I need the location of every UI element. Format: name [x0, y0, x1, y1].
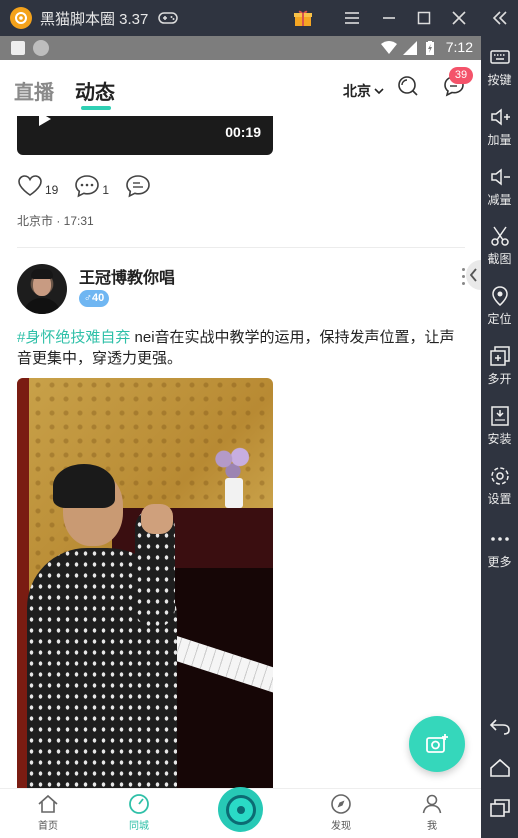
home-nav-icon[interactable]: [481, 758, 518, 778]
more-dots-icon: [490, 537, 509, 541]
gear-icon: [490, 467, 509, 485]
app-title: 黑猫脚本圈 3.37: [40, 10, 149, 28]
signal-icon: [403, 41, 417, 60]
scissors-icon: [490, 226, 509, 246]
sidebar-item-label: 更多: [487, 555, 512, 569]
bottom-nav: 首页 同城 发现 我: [0, 787, 481, 838]
comment-icon: [75, 175, 100, 198]
sidebar-item-label: 减量: [487, 193, 512, 207]
post-location-time: 北京市 · 17:31: [17, 214, 94, 228]
back-icon[interactable]: [481, 716, 518, 736]
search-icon[interactable]: [397, 75, 419, 102]
gamepad-icon[interactable]: [158, 8, 178, 28]
keyboard-icon: [489, 50, 510, 64]
notification-app-icon: [33, 40, 49, 56]
city-selector[interactable]: 北京: [343, 81, 384, 101]
post-text: #身怀绝技难自弃 nei音在实战中教学的运用，保持发声位置，让声音更集中，穿透力…: [17, 327, 465, 369]
discover-icon: [331, 794, 351, 814]
sidebar-item-label: 截图: [487, 252, 512, 266]
comment-count: 1: [102, 183, 110, 197]
close-icon[interactable]: [449, 8, 469, 28]
add-photo-icon: [426, 734, 448, 753]
sidebar-item-label: 加量: [487, 133, 512, 147]
sidebar-item-volume-down[interactable]: 减量: [481, 166, 518, 208]
recent-apps-icon[interactable]: [481, 798, 518, 818]
sidebar-item-label: 设置: [487, 492, 512, 506]
multi-open-icon: [489, 346, 510, 366]
minimize-icon[interactable]: [379, 8, 399, 28]
collapse-sidebar-icon[interactable]: [481, 0, 518, 36]
avatar[interactable]: [17, 264, 67, 314]
battery-icon: [425, 41, 435, 60]
wifi-icon: [381, 41, 397, 60]
maximize-icon[interactable]: [414, 8, 434, 28]
sidebar-item-keys[interactable]: 按键: [481, 46, 518, 88]
like-button[interactable]: 19: [17, 174, 58, 198]
play-icon: [39, 112, 51, 126]
nav-me[interactable]: 我: [402, 793, 462, 832]
sidebar-item-label: 按键: [487, 73, 512, 87]
nav-home[interactable]: 首页: [18, 793, 78, 832]
heart-icon: [18, 175, 42, 196]
nav-label: 首页: [38, 821, 58, 832]
nav-discover[interactable]: 发现: [311, 793, 371, 832]
apk-install-icon: [490, 406, 509, 426]
sidebar-item-multi-open[interactable]: 多开: [481, 345, 518, 387]
center-live-icon: [225, 794, 256, 825]
sidebar-item-location[interactable]: 定位: [481, 285, 518, 327]
post-divider: [17, 247, 465, 248]
post-actions: 19 1: [17, 174, 167, 198]
post-photo[interactable]: [17, 378, 273, 798]
home-icon: [38, 794, 58, 813]
comment-button[interactable]: 1: [74, 174, 109, 198]
chevron-down-icon: [374, 88, 384, 95]
nav-nearby[interactable]: 同城: [109, 793, 169, 832]
emulator-sidebar: 按键 加量 减量 截图 定位 多开 安装 设置 更多: [481, 11, 518, 838]
video-thumbnail[interactable]: 00:19: [17, 112, 273, 155]
sidebar-item-volume-up[interactable]: 加量: [481, 106, 518, 148]
notification-square-icon: [11, 41, 25, 55]
app-logo-icon: [10, 7, 32, 29]
city-label: 北京: [343, 83, 371, 99]
chat-button[interactable]: [125, 174, 151, 198]
gender-age-badge: ♂40: [79, 290, 109, 307]
tab-feed[interactable]: 动态: [75, 76, 115, 105]
sidebar-item-settings[interactable]: 设置: [481, 465, 518, 507]
phone-screen: 7:12 直播 动态 北京 39 00:19 19 1 北京市 · 17:31 …: [0, 36, 481, 838]
chat-bubble-icon: [126, 175, 150, 198]
gift-icon[interactable]: [293, 8, 313, 28]
volume-up-icon: [490, 108, 510, 126]
sidebar-item-label: 安装: [487, 432, 512, 446]
emulator-titlebar: 黑猫脚本圈 3.37: [0, 0, 518, 36]
video-duration: 00:19: [225, 124, 261, 140]
volume-down-icon: [490, 168, 510, 186]
sidebar-item-install[interactable]: 安装: [481, 405, 518, 447]
sidebar-item-screenshot[interactable]: 截图: [481, 225, 518, 267]
side-panel-arrow-icon[interactable]: [466, 260, 481, 290]
post-username[interactable]: 王冠博教你唱: [79, 264, 175, 288]
location-pin-icon: [491, 286, 508, 306]
like-count: 19: [45, 183, 59, 197]
nav-label: 发现: [331, 821, 351, 832]
status-bar: 7:12: [0, 36, 481, 60]
active-tab-indicator: [81, 106, 111, 110]
app-header: 直播 动态 北京 39: [0, 60, 481, 116]
sidebar-item-more[interactable]: 更多: [481, 528, 518, 570]
post-camera-button[interactable]: [409, 716, 465, 772]
nav-label: 同城: [129, 821, 149, 832]
sidebar-item-label: 定位: [487, 312, 512, 326]
clock: 7:12: [445, 39, 473, 55]
tab-live[interactable]: 直播: [14, 76, 54, 105]
center-live-button[interactable]: [218, 787, 263, 832]
menu-icon[interactable]: [342, 8, 362, 28]
post-hashtag[interactable]: #身怀绝技难自弃: [17, 329, 130, 346]
message-badge: 39: [449, 67, 473, 84]
compass-clock-icon: [129, 794, 149, 814]
profile-icon: [422, 794, 442, 814]
nav-label: 我: [427, 821, 437, 832]
sidebar-item-label: 多开: [487, 372, 512, 386]
